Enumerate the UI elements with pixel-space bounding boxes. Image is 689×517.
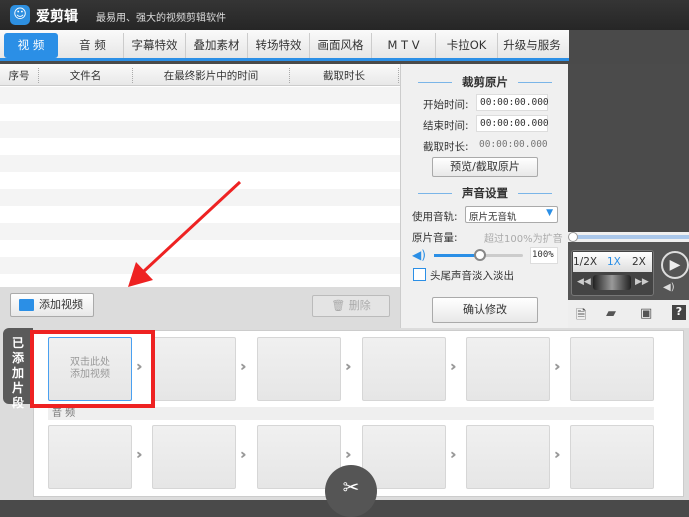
red-arrow-annotation [128, 180, 242, 287]
